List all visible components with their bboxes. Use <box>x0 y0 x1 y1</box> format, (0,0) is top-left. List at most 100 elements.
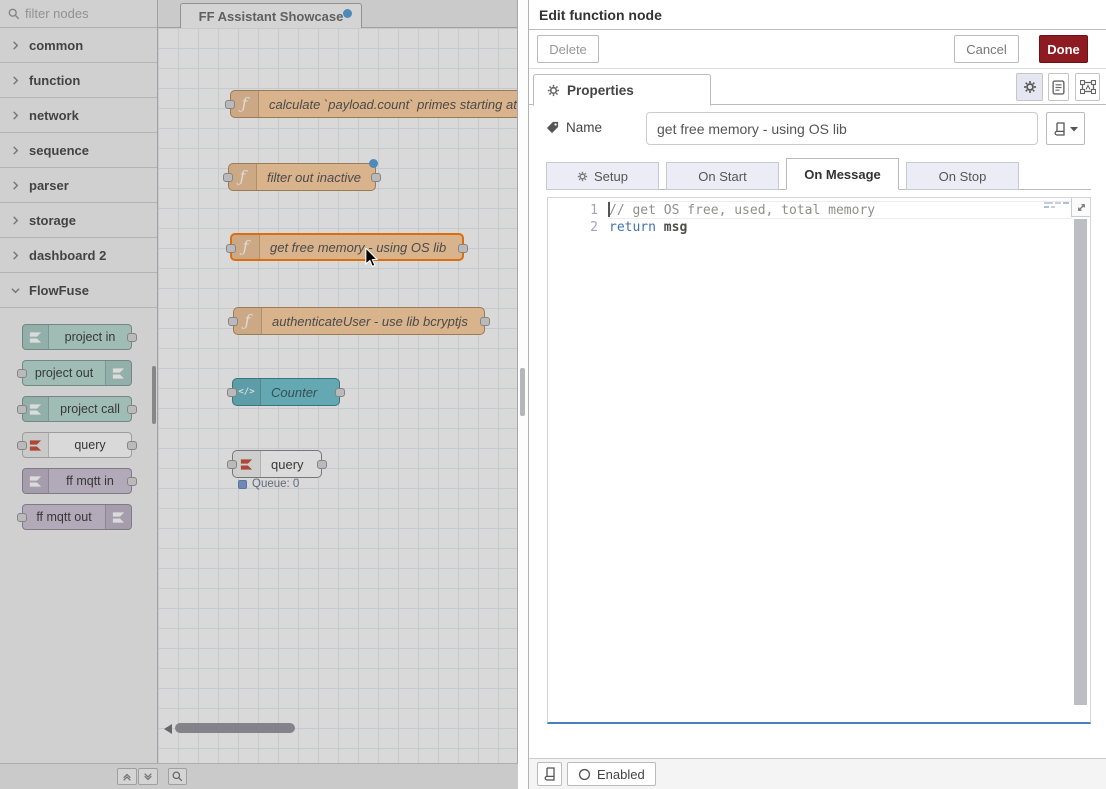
function-icon: ƒ <box>234 308 262 334</box>
output-port[interactable] <box>317 460 327 469</box>
flow-node-query[interactable]: query <box>232 450 322 478</box>
category-label: dashboard 2 <box>29 248 106 263</box>
chevron-right-icon <box>11 76 20 85</box>
caret-down-icon <box>1070 126 1078 132</box>
node-description-button[interactable] <box>1048 73 1069 101</box>
palette-node-project-out[interactable]: project out <box>22 360 132 386</box>
name-form-row: Name <box>529 112 1106 146</box>
input-port <box>17 513 27 522</box>
palette-node-query[interactable]: query <box>22 432 132 458</box>
palette-category-function[interactable]: function <box>0 63 157 98</box>
input-port[interactable] <box>227 460 237 469</box>
output-port <box>127 405 137 414</box>
palette-collapse-button[interactable] <box>117 768 137 785</box>
palette-category-flowfuse[interactable]: FlowFuse <box>0 273 157 308</box>
palette-category-common[interactable]: common <box>0 28 157 63</box>
palette-node-label: ff mqtt in <box>49 469 131 493</box>
input-port[interactable] <box>228 317 238 326</box>
modified-indicator-dot <box>343 9 352 18</box>
chevron-down-icon <box>143 772 153 782</box>
palette-scrollbar[interactable] <box>152 366 156 424</box>
input-port[interactable] <box>223 173 233 182</box>
output-port[interactable] <box>335 388 345 397</box>
node-status-text: Queue: 0 <box>252 478 299 490</box>
palette-category-dashboard2[interactable]: dashboard 2 <box>0 238 157 273</box>
workspace-canvas[interactable]: FF Assistant Showcase ƒ calculate `paylo… <box>158 0 518 789</box>
output-port[interactable] <box>458 244 468 253</box>
flow-node-filter-out-inactive[interactable]: ƒ filter out inactive <box>228 163 376 191</box>
palette-search-input[interactable] <box>25 6 140 21</box>
palette-category-network[interactable]: network <box>0 98 157 133</box>
palette-expand-button[interactable] <box>138 768 158 785</box>
palette-node-label: project out <box>23 361 105 385</box>
palette-category-parser[interactable]: parser <box>0 168 157 203</box>
palette-node-label: project in <box>49 325 131 349</box>
palette-node-project-in[interactable]: project in <box>22 324 132 350</box>
palette-node-ff-mqtt-out[interactable]: ff mqtt out <box>22 504 132 530</box>
output-port <box>127 333 137 342</box>
flow-tab[interactable]: FF Assistant Showcase <box>180 3 362 28</box>
done-button[interactable]: Done <box>1039 35 1088 63</box>
footer-library-button[interactable] <box>537 762 562 786</box>
chevron-right-icon <box>11 111 20 120</box>
hscroll-left-arrow-icon[interactable] <box>164 724 172 734</box>
library-button[interactable] <box>1046 112 1085 145</box>
zoom-search-button[interactable] <box>168 768 187 785</box>
category-label: network <box>29 108 79 123</box>
flow-node-calculate-primes[interactable]: ƒ calculate `payload.count` primes start… <box>230 90 518 118</box>
function-editor-tabs: Setup On Start On Message On Stop <box>546 156 1091 190</box>
cancel-button[interactable]: Cancel <box>954 35 1019 63</box>
palette-search[interactable] <box>0 0 157 28</box>
category-label: common <box>29 38 83 53</box>
enabled-toggle-button[interactable]: Enabled <box>567 762 656 786</box>
palette-category-sequence[interactable]: sequence <box>0 133 157 168</box>
function-icon: ƒ <box>232 235 260 259</box>
input-port[interactable] <box>225 100 235 109</box>
flow-node-counter[interactable]: </> Counter <box>232 378 340 406</box>
code-editor[interactable]: 1 2 // get OS free, used, total memory r… <box>547 197 1091 724</box>
palette-node-label: ff mqtt out <box>23 505 105 529</box>
palette-category-storage[interactable]: storage <box>0 203 157 238</box>
tab-on-message[interactable]: On Message <box>786 158 899 190</box>
node-settings-button[interactable] <box>1016 73 1043 101</box>
modified-indicator-dot <box>369 159 378 168</box>
flow-node-authenticate-user[interactable]: ƒ authenticateUser - use lib bcryptjs <box>233 307 485 335</box>
category-label: parser <box>29 178 69 193</box>
input-port[interactable] <box>227 388 237 397</box>
vertical-scrollbar[interactable] <box>520 368 525 416</box>
category-label: sequence <box>29 143 89 158</box>
node-appearance-button[interactable] <box>1075 73 1100 101</box>
input-port <box>17 441 27 450</box>
tab-properties[interactable]: Properties <box>533 74 711 106</box>
enabled-label: Enabled <box>597 767 645 782</box>
palette-node-label: query <box>49 433 131 457</box>
flowfuse-icon <box>23 469 49 493</box>
horizontal-scrollbar[interactable] <box>175 723 295 733</box>
palette-node-ff-mqtt-in[interactable]: ff mqtt in <box>22 468 132 494</box>
tab-on-start[interactable]: On Start <box>666 162 779 190</box>
mouse-pointer-icon <box>364 248 381 268</box>
tab-on-stop[interactable]: On Stop <box>906 162 1019 190</box>
tab-setup[interactable]: Setup <box>546 162 659 190</box>
chevron-right-icon <box>11 251 20 260</box>
editor-scrollbar[interactable] <box>1074 219 1087 705</box>
editor-expand-button[interactable] <box>1071 198 1090 217</box>
node-label: filter out inactive <box>257 164 371 190</box>
name-input[interactable] <box>646 112 1038 145</box>
flow-node-get-free-memory[interactable]: ƒ get free memory - using OS lib <box>230 233 464 261</box>
flowfuse-icon <box>105 361 131 385</box>
input-port <box>17 405 27 414</box>
delete-button[interactable]: Delete <box>537 35 599 63</box>
output-port[interactable] <box>371 173 381 182</box>
palette-node-project-call[interactable]: project call <box>22 396 132 422</box>
flowfuse-icon <box>23 325 49 349</box>
input-port[interactable] <box>226 244 236 253</box>
flow-tab-label: FF Assistant Showcase <box>199 9 344 24</box>
status-dot-icon <box>238 480 247 489</box>
library-book-icon <box>544 767 556 781</box>
tag-icon <box>546 121 559 134</box>
palette-sidebar: common function network sequence parser … <box>0 0 158 789</box>
line-number: 2 <box>548 219 598 236</box>
output-port[interactable] <box>480 317 490 326</box>
node-label: authenticateUser - use lib bcryptjs <box>262 308 478 334</box>
